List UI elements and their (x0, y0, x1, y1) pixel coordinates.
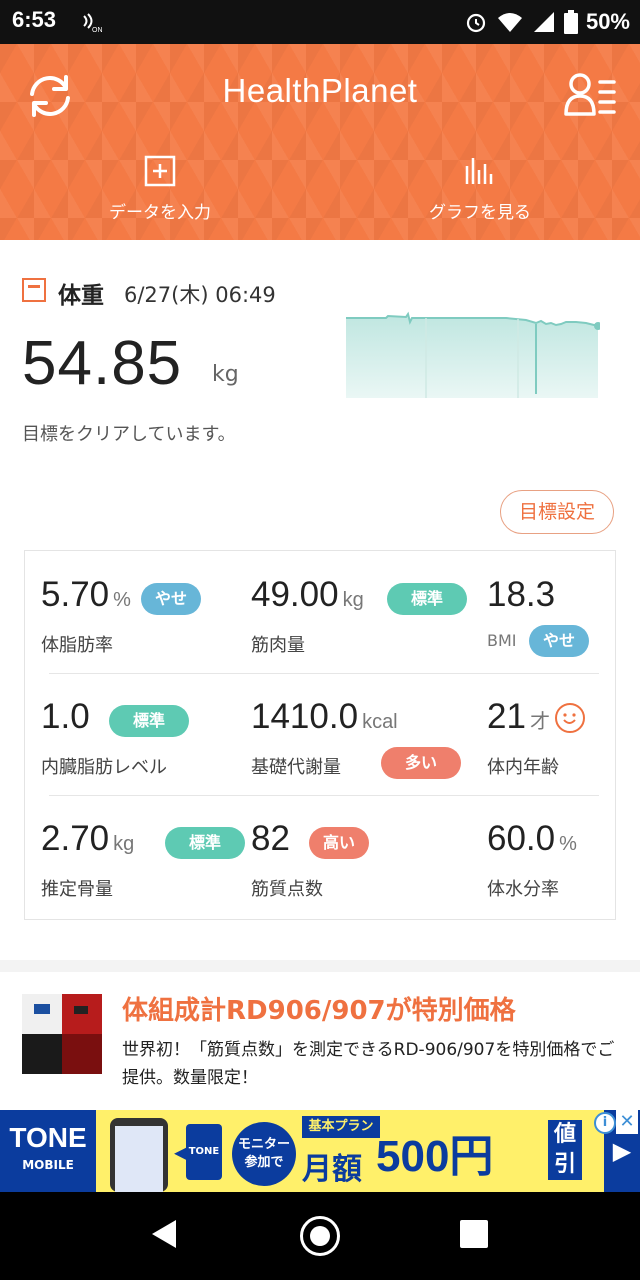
home-icon[interactable] (300, 1216, 340, 1256)
stat-label: 筋肉量 (251, 635, 305, 656)
input-data-label: データを入力 (109, 203, 211, 223)
goal-message: 目標をクリアしています。 (22, 424, 236, 445)
ad-headline[interactable]: 体組成計RD906/907が特別価格 (122, 990, 516, 1027)
weight-unit: kg (212, 362, 239, 387)
stat-label: 推定骨量 (41, 879, 113, 900)
signal-icon (533, 12, 554, 32)
discount-label: 値引 (548, 1120, 582, 1180)
scale-icon (22, 278, 46, 302)
body-composition-grid: 5.70% やせ 体脂肪率 49.00 kg 標準 筋肉量 18.3 BMI やせ… (24, 550, 616, 920)
info-icon[interactable]: i (594, 1112, 616, 1134)
stat-body-water[interactable]: 60.0% 体水分率 (487, 795, 607, 917)
wifi-icon (497, 13, 522, 32)
status-badge: 高い (309, 827, 369, 859)
stat-value: 1.0 (41, 697, 90, 736)
tone-logo: TONE MOBILE (0, 1110, 96, 1192)
stat-label: BMI (487, 631, 517, 650)
status-badge: 標準 (165, 827, 245, 859)
smile-face-glyph (563, 713, 576, 724)
stat-body-age[interactable]: 21 才 体内年齢 (487, 673, 607, 795)
stat-value: 82 (251, 819, 290, 858)
brand-sub: MOBILE (22, 1158, 74, 1172)
stat-label: 体内年齢 (487, 757, 559, 778)
app-header: HealthPlanet データを入力 グラフを見る (0, 44, 640, 240)
phone-image (110, 1118, 168, 1192)
status-bar: 6:53 ON 50% (0, 0, 640, 44)
alarm-icon (466, 13, 486, 33)
profile-menu-icon (564, 73, 616, 116)
stat-value: 5.70% (41, 575, 131, 614)
promo-ad[interactable]: 体組成計RD906/907が特別価格 世界初！「筋質点数」を測定できるRD-90… (0, 972, 640, 1110)
close-icon[interactable]: ✕ (616, 1110, 638, 1134)
stats-row: 2.70 kg 標準 推定骨量 82 高い 筋質点数 60.0% 体水分率 (25, 795, 617, 917)
nfc-label: ON (92, 27, 103, 34)
stat-value: 49.00 kg (251, 575, 364, 614)
status-time: 6:53 (12, 7, 57, 32)
nfc-icon: ON (83, 13, 103, 34)
brand-name: TONE (9, 1122, 87, 1153)
stat-label: 内臓脂肪レベル (41, 757, 167, 778)
status-badge: 標準 (109, 705, 189, 737)
stat-body-fat[interactable]: 5.70% やせ 体脂肪率 (41, 551, 241, 673)
stat-value: 18.3 (487, 575, 556, 614)
battery-percent: 50% (585, 9, 630, 34)
stat-bone-mass[interactable]: 2.70 kg 標準 推定骨量 (41, 795, 245, 917)
input-data-button[interactable]: データを入力 (60, 154, 260, 223)
recent-apps-icon[interactable] (460, 1220, 488, 1248)
stat-basal-metabolism[interactable]: 1410.0 kcal 基礎代謝量 多い (251, 673, 471, 795)
stat-value: 1410.0 kcal (251, 697, 398, 736)
app-title: HealthPlanet (222, 72, 418, 109)
stats-row: 5.70% やせ 体脂肪率 49.00 kg 標準 筋肉量 18.3 BMI やせ (25, 551, 617, 673)
status-badge: 多い (381, 747, 461, 779)
stat-label: 体水分率 (487, 879, 559, 900)
stat-value: 60.0% (487, 819, 577, 858)
stat-visceral-fat[interactable]: 1.0 標準 内臓脂肪レベル (41, 673, 241, 795)
view-graph-button[interactable]: グラフを見る (380, 154, 580, 223)
status-badge: やせ (141, 583, 201, 615)
plan-label: 基本プラン (302, 1116, 380, 1138)
stat-label: 基礎代謝量 (251, 757, 341, 778)
weight-value: 54.85 (22, 329, 183, 398)
monitor-badge: モニター参加で (232, 1122, 296, 1186)
ad-body: 世界初！「筋質点数」を測定できるRD-906/907を特別価格でご提供。数量限定… (122, 1040, 615, 1088)
weight-label: 体重 (58, 283, 104, 309)
smile-face-icon (555, 703, 585, 733)
view-graph-label: グラフを見る (429, 203, 531, 223)
add-data-icon (144, 155, 176, 187)
back-icon[interactable] (150, 1218, 178, 1250)
measurement-datetime: 6/27(木) 06:49 (124, 283, 276, 307)
weight-panel: 体重 6/27(木) 06:49 54.85 kg 目標をクリアしています。 目… (0, 240, 640, 960)
stat-label: 筋質点数 (251, 879, 323, 900)
stat-value: 2.70 kg (41, 819, 135, 858)
profile-menu-button[interactable] (562, 68, 618, 124)
ad-banner[interactable]: TONE MOBILE ◀ TONE モニター参加で 基本プラン 月額 500円… (0, 1110, 640, 1192)
battery-icon (563, 10, 578, 34)
stat-muscle-mass[interactable]: 49.00 kg 標準 筋肉量 (251, 551, 471, 673)
stat-bmi[interactable]: 18.3 BMI やせ (487, 551, 607, 673)
tone-box: TONE (186, 1124, 222, 1180)
graph-icon (465, 158, 493, 184)
monthly-label: 月額 (302, 1152, 362, 1187)
status-badge: やせ (529, 625, 589, 657)
sparkline-area (346, 314, 598, 398)
stats-row: 1.0 標準 内臓脂肪レベル 1410.0 kcal 基礎代謝量 多い 21 才 体… (25, 673, 617, 795)
stat-value: 21 才 (487, 697, 550, 736)
product-image (22, 994, 102, 1074)
system-nav-bar (0, 1192, 640, 1280)
price-label: 500円 (376, 1132, 494, 1181)
status-badge: 標準 (387, 583, 467, 615)
goal-setting-button[interactable]: 目標設定 (500, 490, 614, 534)
stat-muscle-quality[interactable]: 82 高い 筋質点数 (251, 795, 471, 917)
stat-label: 体脂肪率 (41, 635, 113, 656)
product-thumbnail (22, 994, 102, 1074)
weight-sparkline[interactable] (346, 304, 600, 398)
